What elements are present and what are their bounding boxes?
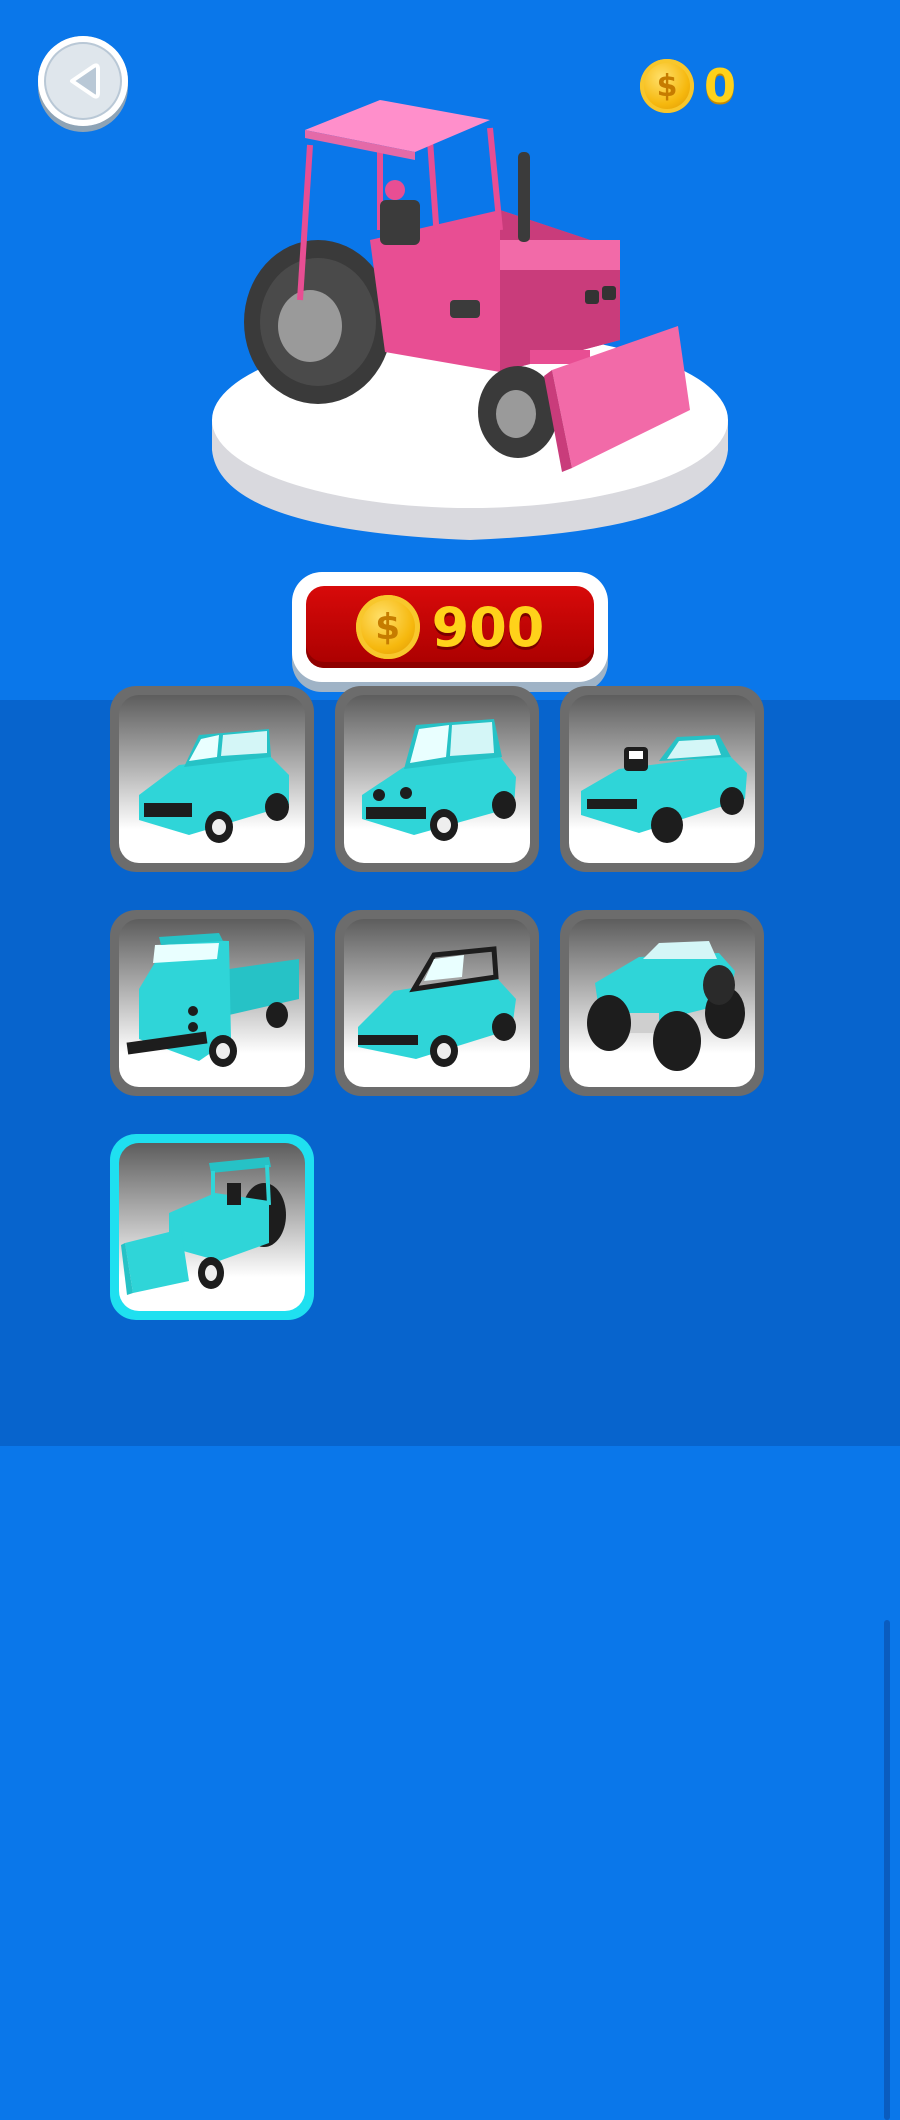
top-area: $ 0 $ 900 bbox=[0, 0, 900, 700]
back-arrow-icon bbox=[70, 63, 100, 99]
vehicle-tile-suv[interactable] bbox=[110, 686, 314, 872]
back-button[interactable] bbox=[38, 36, 128, 126]
bottom-area bbox=[0, 1446, 900, 1600]
monster-truck-icon bbox=[587, 941, 745, 1071]
buy-button[interactable]: $ 900 bbox=[292, 572, 608, 682]
dump-truck-icon bbox=[126, 933, 299, 1067]
vehicle-tile-monster-truck[interactable] bbox=[560, 910, 764, 1096]
vehicle-tile-muscle-car[interactable] bbox=[560, 686, 764, 872]
muscle-car-icon bbox=[581, 735, 747, 843]
price-label: 900 bbox=[431, 595, 545, 659]
vehicle-tile-jeep[interactable] bbox=[335, 686, 539, 872]
vehicle-tile-offroad-buggy[interactable] bbox=[335, 910, 539, 1096]
vehicle-tile-dump-truck[interactable] bbox=[110, 910, 314, 1096]
vehicle-tile-tractor[interactable] bbox=[110, 1134, 314, 1320]
vehicle-showcase bbox=[212, 100, 728, 540]
suv-icon bbox=[139, 729, 289, 843]
buy-button-face: $ 900 bbox=[306, 586, 594, 668]
offroad-buggy-icon bbox=[358, 946, 516, 1067]
jeep-icon bbox=[362, 719, 516, 841]
coin-icon: $ bbox=[355, 595, 420, 659]
tractor-icon bbox=[121, 1157, 286, 1295]
scrollbar[interactable] bbox=[884, 1620, 890, 2120]
